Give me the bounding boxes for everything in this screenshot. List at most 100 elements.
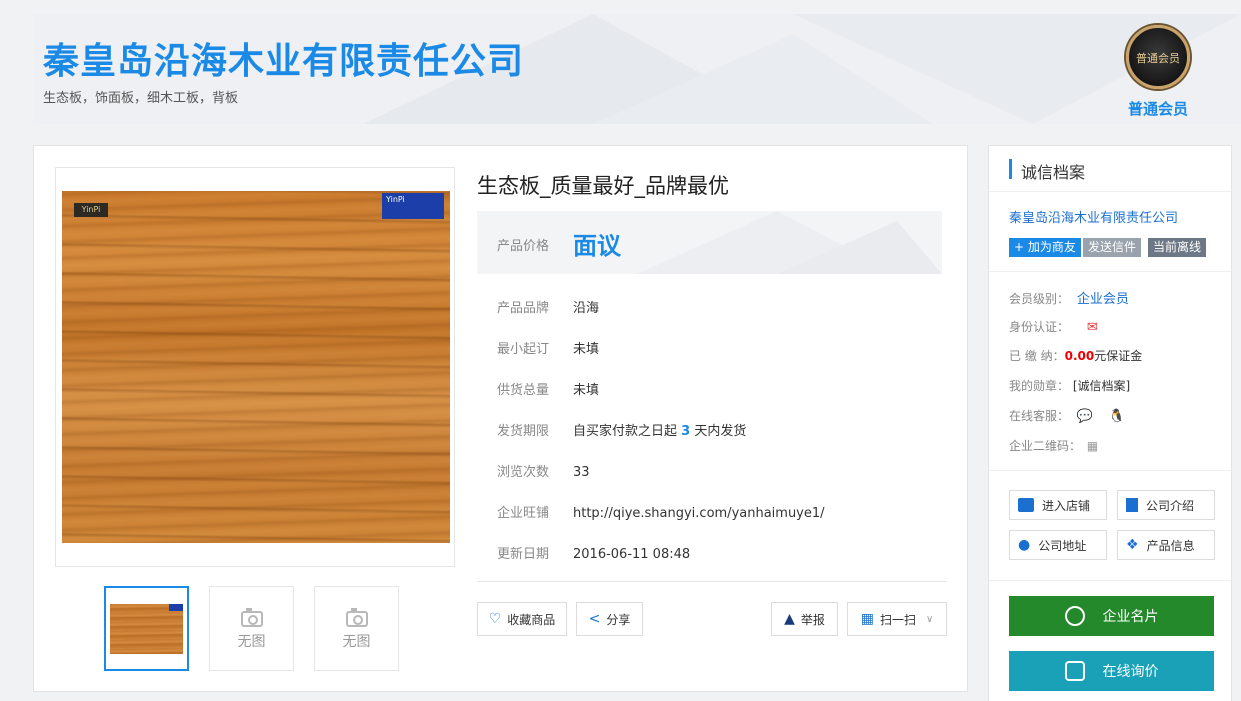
product-info-button[interactable]: ❖ 产品信息 <box>1117 530 1215 560</box>
paid-unit: 元保证金 <box>1094 349 1143 363</box>
panel-title: 诚信档案 <box>1021 163 1086 182</box>
level-label: 会员级别： <box>1009 292 1070 306</box>
company-address-label: 公司地址 <box>1038 538 1087 553</box>
company-intro-button[interactable]: 公司介绍 <box>1117 490 1215 520</box>
credit-profile-panel: 诚信档案 秦皇岛沿海木业有限责任公司 + 加为商友 发送信件 当前离线 会员级别… <box>988 145 1232 701</box>
company-address-button[interactable]: ● 公司地址 <box>1009 530 1107 560</box>
attr-update-date: 更新日期 2016-06-11 08:48 <box>497 543 690 562</box>
price-value: 面议 <box>573 232 621 260</box>
chevron-down-icon: ∨ <box>925 613 934 625</box>
product-title: 生态板_质量最好_品牌最优 <box>477 174 729 198</box>
favorite-button[interactable]: ♡ 收藏商品 <box>477 602 567 636</box>
attr-key: 最小起订 <box>497 342 550 357</box>
online-inquiry-label: 在线询价 <box>1102 664 1159 680</box>
share-button[interactable]: < 分享 <box>576 602 643 636</box>
no-image-text: 无图 <box>342 634 371 650</box>
attr-key: 企业旺铺 <box>497 506 550 521</box>
heart-icon: ♡ <box>488 611 502 627</box>
send-message-button[interactable]: 发送信件 <box>1083 238 1142 257</box>
service-label: 在线客服： <box>1009 409 1070 423</box>
delivery-days: 3 <box>681 424 691 439</box>
product-panel: YinPi YinPi 无图 无图 生态板_质量最好_品牌最优 产品价格 面议 … <box>33 145 968 692</box>
business-card-button[interactable]: 企业名片 <box>1009 596 1214 636</box>
attr-key: 供货总量 <box>497 383 550 398</box>
divider <box>989 271 1231 272</box>
attr-shop-url: 企业旺铺 http://qiye.shangyi.com/yanhaimuye1/ <box>497 502 825 521</box>
camera-icon <box>345 608 368 627</box>
attr-delivery: 发货期限 自买家付款之日起 3 天内发货 <box>497 420 746 439</box>
attr-value: 未填 <box>573 383 600 398</box>
attr-value: 沿海 <box>573 301 600 316</box>
share-label: 分享 <box>606 612 631 627</box>
company-title[interactable]: 秦皇岛沿海木业有限责任公司 <box>43 32 524 84</box>
document-icon <box>1126 498 1138 512</box>
wood-panel-photo: YinPi YinPi <box>62 191 450 543</box>
price-box: 产品价格 面议 <box>477 211 942 274</box>
attr-value: 2016-06-11 08:48 <box>573 547 691 562</box>
add-friend-button[interactable]: + 加为商友 <box>1009 238 1081 257</box>
divider <box>477 581 947 582</box>
attr-views: 浏览次数 33 <box>497 461 590 480</box>
enter-shop-button[interactable]: 进入店铺 <box>1009 490 1107 520</box>
qrcode-row: 企业二维码： ▦ <box>1009 437 1098 454</box>
delivery-suffix: 天内发货 <box>694 424 747 439</box>
price-label: 产品价格 <box>497 239 550 254</box>
company-intro-label: 公司介绍 <box>1146 498 1195 513</box>
business-scope: 生态板，饰面板，细木工板，背板 <box>43 91 239 106</box>
warning-icon: ▲ <box>784 611 795 627</box>
paid-label: 已 缴 纳： <box>1009 349 1065 363</box>
thumbnail-2[interactable]: 无图 <box>209 586 294 671</box>
attr-key: 更新日期 <box>497 547 550 562</box>
camera-icon <box>240 608 263 627</box>
member-badge-icon: 普通会员 <box>1126 25 1190 89</box>
medal-label: 我的勋章： <box>1009 379 1070 393</box>
attr-key: 发货期限 <box>497 424 550 439</box>
enter-shop-label: 进入店铺 <box>1042 498 1091 513</box>
chat-icon[interactable]: 💬 <box>1077 409 1093 424</box>
location-pin-icon: ● <box>1018 537 1031 553</box>
brand-label-right: YinPi <box>382 193 444 219</box>
level-value[interactable]: 企业会员 <box>1077 292 1129 307</box>
shop-header: 秦皇岛沿海木业有限责任公司 生态板，饰面板，细木工板，背板 普通会员 普通会员 <box>33 14 1241 124</box>
identity-row: 身份认证： ✉ <box>1009 318 1098 335</box>
qrcode-icon[interactable]: ▦ <box>1087 439 1098 453</box>
badge-text: 普通会员 <box>1136 52 1180 65</box>
medal-row: 我的勋章： [诚信档案] <box>1009 377 1130 394</box>
attr-value: 33 <box>573 465 590 480</box>
thumbnail-3[interactable]: 无图 <box>314 586 399 671</box>
product-main-image[interactable]: YinPi YinPi <box>55 167 455 567</box>
yuan-chat-icon <box>1064 661 1085 681</box>
panel-header: 诚信档案 <box>989 146 1231 192</box>
paid-amount: 0.00 <box>1064 349 1095 363</box>
header-accent-bar <box>1009 159 1012 179</box>
online-inquiry-button[interactable]: 在线询价 <box>1009 651 1214 691</box>
attr-supply: 供货总量 未填 <box>497 379 599 398</box>
qrcode-icon: ▦ <box>860 611 874 627</box>
online-status-badge: 当前离线 <box>1148 238 1207 257</box>
thumbnail-1[interactable] <box>104 586 189 671</box>
report-button[interactable]: ▲ 举报 <box>771 602 838 636</box>
grid-icon: ❖ <box>1126 537 1139 553</box>
business-card-label: 企业名片 <box>1102 609 1159 625</box>
thumbnail-image <box>110 604 183 654</box>
identity-label: 身份认证： <box>1009 320 1070 334</box>
scan-button[interactable]: ▦ 扫一扫 ∨ <box>847 602 947 636</box>
product-info-label: 产品信息 <box>1146 538 1195 553</box>
member-level-label: 普通会员 <box>1127 100 1188 118</box>
member-level-row: 会员级别： 企业会员 <box>1009 288 1129 307</box>
qq-icon[interactable]: 🐧 <box>1109 409 1125 424</box>
side-company-link[interactable]: 秦皇岛沿海木业有限责任公司 <box>1009 207 1178 226</box>
medal-value[interactable]: [诚信档案] <box>1073 379 1130 393</box>
report-label: 举报 <box>800 612 825 627</box>
qr-label: 企业二维码： <box>1009 439 1082 453</box>
shop-url-link[interactable]: http://qiye.shangyi.com/yanhaimuye1/ <box>573 506 825 521</box>
no-image-text: 无图 <box>237 634 266 650</box>
brand-mark-left: YinPi <box>74 203 108 217</box>
attr-brand: 产品品牌 沿海 <box>497 297 599 316</box>
service-row: 在线客服： 💬 🐧 <box>1009 407 1125 424</box>
favorite-label: 收藏商品 <box>507 612 556 627</box>
attr-key: 产品品牌 <box>497 301 550 316</box>
attr-min-order: 最小起订 未填 <box>497 338 599 357</box>
divider <box>989 470 1231 471</box>
attr-key: 浏览次数 <box>497 465 550 480</box>
